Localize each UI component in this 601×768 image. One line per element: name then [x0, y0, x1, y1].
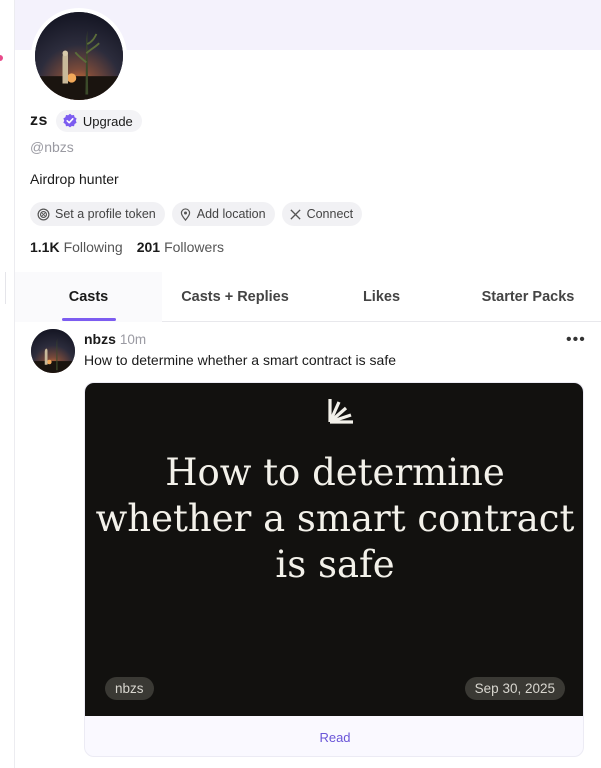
- notification-dot: [0, 55, 3, 61]
- following-label: Following: [63, 239, 123, 255]
- article-embed-card[interactable]: How to determine whether a smart contrac…: [84, 382, 584, 757]
- cast-author-name[interactable]: nbzs: [84, 331, 116, 347]
- profile-avatar[interactable]: [31, 8, 127, 104]
- follow-stats: 1.1K Following 201 Followers: [30, 239, 224, 255]
- add-location-button[interactable]: Add location: [171, 202, 275, 226]
- profile-tabs: Casts Casts + Replies Likes Starter Pack…: [15, 272, 601, 322]
- avatar-image: [35, 12, 123, 100]
- token-icon: [37, 208, 50, 220]
- location-pin-icon: [180, 207, 190, 221]
- tab-starter-packs-label: Starter Packs: [481, 289, 575, 305]
- tab-casts-replies-label: Casts + Replies: [181, 289, 289, 305]
- article-title-line: is safe: [275, 543, 395, 586]
- cast-header: nbzs 10m: [84, 331, 146, 347]
- profile-actions: Set a profile token Add location Connect: [30, 202, 363, 226]
- following-count: 1.1K: [30, 239, 60, 255]
- tab-likes[interactable]: Likes: [308, 272, 455, 322]
- tab-starter-packs[interactable]: Starter Packs: [455, 272, 601, 322]
- article-title-line: whether a smart contract: [95, 497, 575, 540]
- active-tab-indicator: [61, 318, 116, 321]
- followers-label: Followers: [164, 239, 224, 255]
- upgrade-button[interactable]: Upgrade: [55, 110, 142, 132]
- tab-casts[interactable]: Casts: [15, 272, 162, 322]
- connect-x-button[interactable]: Connect: [281, 202, 363, 226]
- verified-badge-icon: [63, 113, 77, 128]
- followers-count: 201: [136, 239, 161, 255]
- name-row: zs Upgrade: [30, 110, 142, 132]
- tab-likes-label: Likes: [362, 289, 401, 305]
- connect-label: Connect: [306, 207, 354, 221]
- display-name: zs: [30, 112, 48, 129]
- article-date-tag: Sep 30, 2025: [464, 677, 565, 700]
- cast-item[interactable]: nbzs 10m ••• How to determine whether a …: [15, 323, 601, 768]
- profile-bio: Airdrop hunter: [30, 171, 119, 187]
- set-profile-token-button[interactable]: Set a profile token: [30, 202, 165, 226]
- article-author-tag: nbzs: [105, 677, 154, 700]
- add-location-label: Add location: [196, 207, 266, 221]
- tab-casts-replies[interactable]: Casts + Replies: [162, 272, 308, 322]
- cast-author-avatar[interactable]: [31, 329, 75, 373]
- read-button[interactable]: Read: [85, 716, 583, 756]
- rail-divider: [0, 272, 6, 304]
- paragraph-logo-icon: [328, 399, 353, 424]
- cast-text: How to determine whether a smart contrac…: [84, 352, 397, 368]
- tab-casts-label: Casts: [68, 289, 109, 305]
- profile-handle: @nbzs: [30, 139, 74, 155]
- x-logo-icon: [289, 208, 301, 220]
- article-title-line: How to determine: [165, 451, 505, 494]
- set-profile-token-label: Set a profile token: [55, 207, 156, 221]
- followers-link[interactable]: 201 Followers: [137, 239, 224, 255]
- following-link[interactable]: 1.1K Following: [30, 239, 123, 255]
- avatar-image: [31, 329, 75, 373]
- upgrade-label: Upgrade: [82, 113, 133, 129]
- article-title: How to determine whether a smart contrac…: [85, 450, 583, 588]
- left-rail: [0, 0, 15, 768]
- more-icon[interactable]: •••: [566, 331, 586, 349]
- article-cover: How to determine whether a smart contrac…: [85, 383, 583, 716]
- cast-timestamp[interactable]: 10m: [120, 332, 146, 347]
